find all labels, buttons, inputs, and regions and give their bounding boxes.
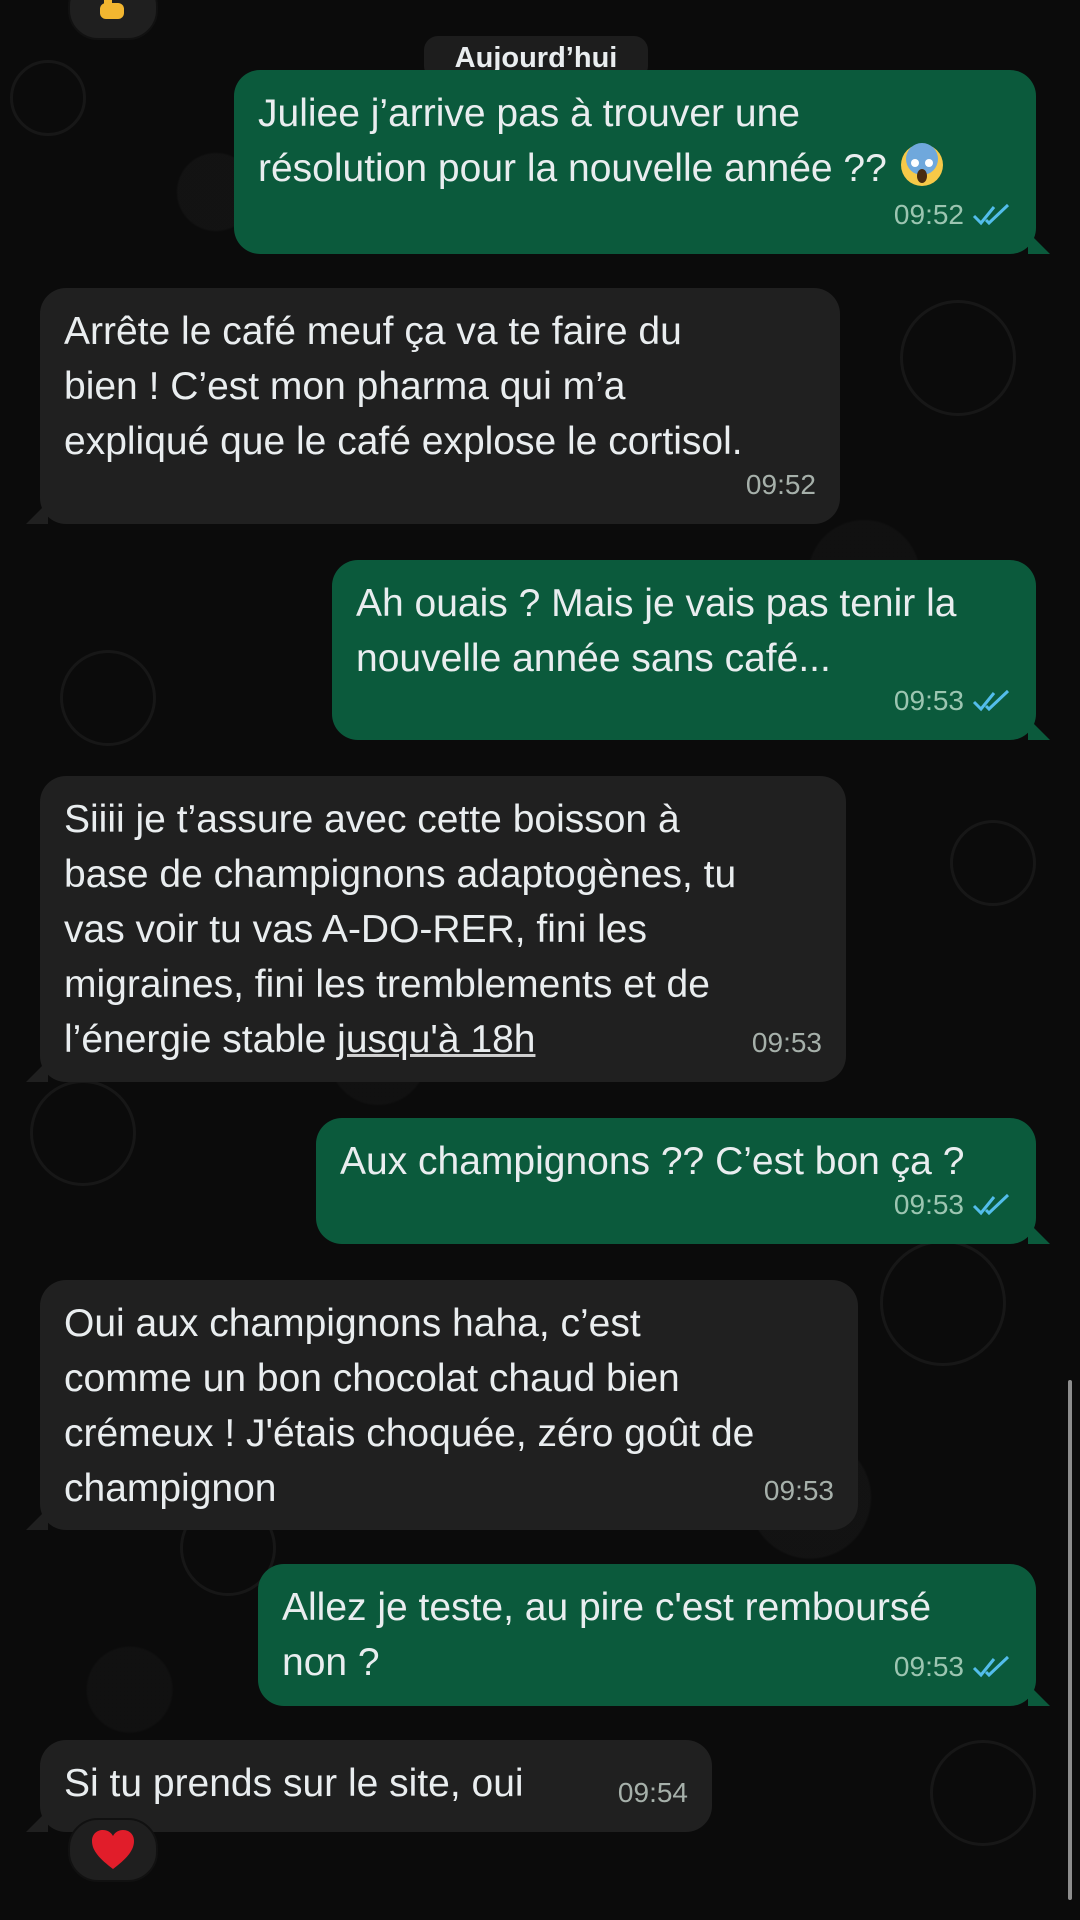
message-time: 09:53 [763,1475,834,1506]
message-meta: 09:52 [894,187,1012,242]
message-bubble-outgoing[interactable]: Allez je teste, au pire c'est remboursé … [258,1564,1050,1706]
message-bubble-outgoing[interactable]: Juliee j’arrive pas à trouver une résolu… [234,70,1050,254]
message-bubble-incoming[interactable]: Oui aux champignons haha, c’est comme un… [26,1280,858,1530]
message-text: Si tu prends sur le site, oui [64,1762,524,1805]
message-meta: 09:53 [894,1639,1012,1694]
message-bubble-incoming[interactable]: Siiii je t’assure avec cette boisson à b… [26,776,846,1082]
message-text: Ah ouais ? Mais je vais pas tenir la nou… [356,582,957,680]
thumbs-icon [100,0,124,19]
bubble-tail [1028,718,1050,740]
reaction-heart[interactable] [68,1818,158,1882]
message-time: 09:53 [893,1189,964,1220]
message-meta: 09:54 [618,1765,688,1820]
message-text: Oui aux champignons haha, c’est comme un… [64,1302,755,1510]
message-time: 09:52 [745,469,816,500]
double-check-icon [972,1193,1010,1215]
message-meta: 09:53 [894,673,1012,728]
message-meta: 09:53 [764,1463,834,1518]
bubble-tail [26,1060,48,1082]
double-check-icon [972,689,1010,711]
message-link[interactable]: jusqu'à 18h [337,1018,535,1061]
bubble-tail [1028,232,1050,254]
message-bubble-outgoing[interactable]: Aux champignons ?? C’est bon ça ? 09:53 [316,1118,1050,1244]
message-bubble-incoming[interactable]: Si tu prends sur le site, oui 09:54 [26,1740,712,1832]
message-time: 09:52 [893,199,964,230]
message-time: 09:54 [617,1777,688,1808]
double-check-icon [972,203,1010,225]
scrollbar[interactable] [1068,1380,1072,1900]
message-bubble-incoming[interactable]: Arrête le café meuf ça va te faire du bi… [26,288,840,524]
message-text: Juliee j’arrive pas à trouver une résolu… [258,86,1012,196]
bubble-tail [26,502,48,524]
message-meta: 09:53 [894,1177,1012,1232]
bubble-tail [26,1810,48,1832]
bubble-tail [1028,1222,1050,1244]
reaction-thumbs[interactable] [68,0,158,40]
message-text: Arrête le café meuf ça va te faire du bi… [64,310,743,463]
scream-emoji-icon [900,143,943,186]
heart-icon [92,1830,134,1869]
message-time: 09:53 [751,1027,822,1058]
message-time: 09:53 [893,685,964,716]
message-text: Siiii je t’assure avec cette boisson à b… [64,798,737,1061]
message-time: 09:53 [893,1651,964,1682]
message-bubble-outgoing[interactable]: Ah ouais ? Mais je vais pas tenir la nou… [332,560,1050,740]
message-meta: 09:53 [752,1015,822,1070]
bubble-tail [26,1508,48,1530]
message-meta: 09:52 [746,457,816,512]
bubble-tail [1028,1684,1050,1706]
double-check-icon [972,1655,1010,1677]
